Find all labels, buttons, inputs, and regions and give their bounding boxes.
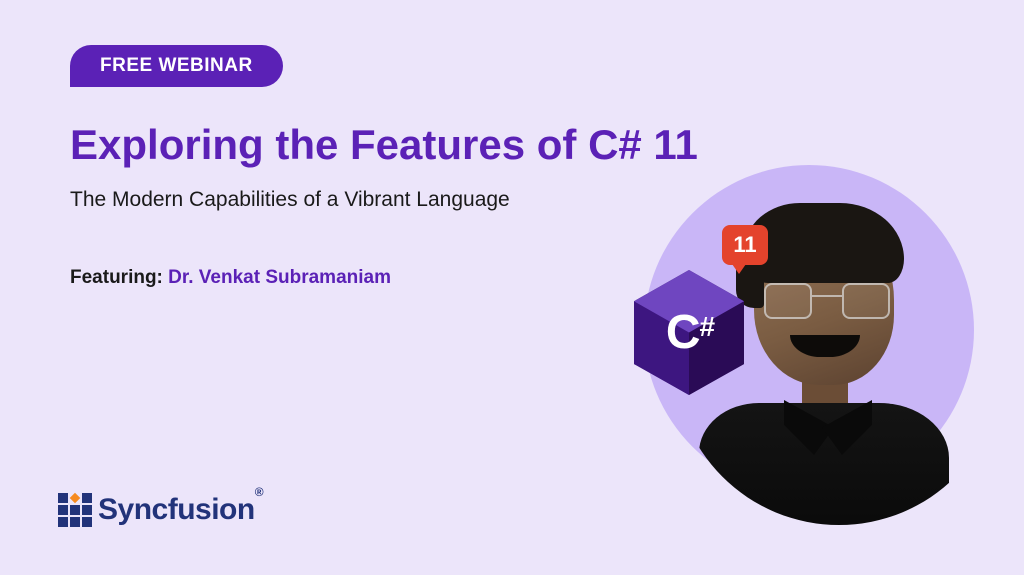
featuring-label: Featuring: [70, 267, 168, 288]
csharp-logo-icon: C# [634, 270, 744, 395]
csharp-hash: # [700, 311, 714, 343]
syncfusion-logo-icon [58, 493, 92, 527]
speaker-graphic: 11 C# [614, 145, 974, 505]
syncfusion-logo-text: Syncfusion® [98, 493, 263, 527]
webinar-promo-card: FREE WEBINAR Exploring the Features of C… [0, 0, 1024, 575]
version-badge: 11 [722, 225, 768, 265]
syncfusion-logo: Syncfusion® [58, 493, 263, 527]
speaker-name: Dr. Venkat Subramaniam [168, 267, 391, 288]
csharp-letter: C [666, 305, 699, 360]
webinar-badge: FREE WEBINAR [70, 45, 283, 87]
